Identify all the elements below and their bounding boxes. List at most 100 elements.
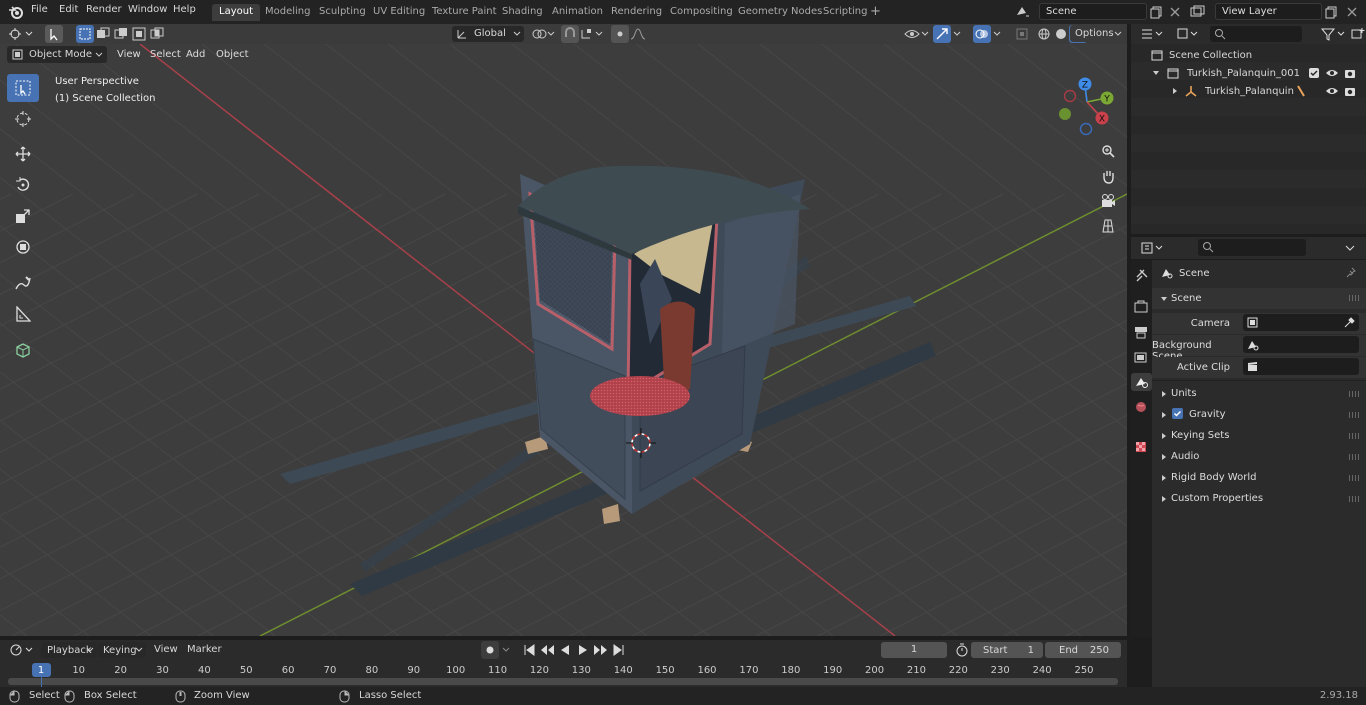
panel-audio[interactable]: Audio — [1152, 446, 1366, 467]
jump-keyframe-forward-icon[interactable] — [592, 641, 610, 659]
new-collection-icon[interactable] — [1349, 25, 1366, 43]
object-mode-dropdown[interactable]: Object Mode — [7, 46, 107, 63]
gizmo-toggle-icon[interactable] — [933, 25, 951, 43]
outliner-search-input[interactable] — [1210, 26, 1302, 42]
viewport-menu-select[interactable]: Select — [150, 49, 181, 60]
camera-field[interactable] — [1243, 314, 1359, 331]
snap-toggle-icon[interactable] — [561, 25, 579, 43]
overlay-toggle-icon[interactable] — [973, 25, 991, 43]
background-scene-field[interactable] — [1243, 336, 1359, 353]
scene-browse-icon[interactable] — [1013, 3, 1031, 21]
drag-handle-icon[interactable] — [1349, 391, 1359, 397]
editor-type-icon[interactable] — [7, 25, 35, 43]
tool-annotate[interactable] — [7, 269, 39, 297]
pin-icon[interactable] — [1344, 266, 1357, 279]
drag-handle-icon[interactable] — [1349, 475, 1359, 481]
keying-dropdown[interactable]: Keying — [98, 642, 146, 658]
select-extend-icon[interactable] — [94, 25, 112, 43]
expand-right-icon[interactable] — [1171, 87, 1179, 95]
tool-scale[interactable] — [7, 202, 39, 230]
play-icon[interactable] — [574, 641, 592, 659]
eye-icon[interactable] — [1325, 85, 1339, 97]
jump-end-icon[interactable] — [610, 641, 628, 659]
tab-view-layer-icon[interactable] — [1132, 348, 1150, 366]
filter-icon[interactable] — [1319, 25, 1349, 43]
tool-select-box[interactable] — [7, 74, 39, 102]
view-layer-remove-icon[interactable] — [1343, 3, 1361, 21]
falloff-icon[interactable] — [629, 25, 655, 43]
area-separator[interactable] — [1127, 44, 1131, 636]
orientation-dropdown[interactable]: Global — [452, 26, 524, 42]
tool-cursor[interactable] — [7, 105, 39, 133]
tab-rendering[interactable]: Rendering — [604, 4, 669, 21]
tab-layout[interactable]: Layout — [212, 4, 260, 21]
add-workspace-icon[interactable]: + — [870, 4, 881, 19]
menu-file[interactable]: File — [31, 4, 48, 15]
select-subtract-icon[interactable] — [112, 25, 130, 43]
record-options-icon[interactable] — [500, 641, 514, 659]
current-frame-field[interactable]: 1 — [881, 642, 947, 658]
tab-world-icon[interactable] — [1132, 398, 1150, 416]
scene-name-field[interactable]: Scene — [1039, 3, 1147, 20]
timeline-scrollbar[interactable] — [8, 678, 1118, 685]
jump-start-icon[interactable] — [520, 641, 538, 659]
tab-tool-icon[interactable] — [1132, 267, 1150, 285]
drag-handle-icon[interactable] — [1349, 295, 1359, 301]
end-frame-field[interactable]: End 250 — [1045, 642, 1121, 658]
record-keyframe-icon[interactable] — [481, 641, 499, 659]
tab-compositing[interactable]: Compositing — [663, 4, 740, 21]
panel-keying-sets[interactable]: Keying Sets — [1152, 425, 1366, 446]
tab-render-icon[interactable] — [1132, 298, 1150, 316]
outliner-item-palanquin-001[interactable]: Turkish_Palanquin_001 — [1131, 64, 1366, 82]
menu-render[interactable]: Render — [86, 4, 122, 15]
menu-window[interactable]: Window — [128, 4, 167, 15]
eye-icon[interactable] — [1325, 67, 1339, 79]
blender-logo-icon[interactable] — [8, 4, 24, 20]
tab-scene-icon[interactable] — [1131, 373, 1152, 391]
timeline-editor-type-icon[interactable] — [7, 641, 35, 659]
select-tool-mode-icon[interactable] — [45, 25, 63, 43]
shading-solid-icon[interactable] — [1052, 25, 1070, 43]
outliner-editor-type-icon[interactable] — [1139, 25, 1165, 43]
navigation-gizmo[interactable]: Z Y X — [1052, 74, 1122, 138]
panel-rigid-body-world[interactable]: Rigid Body World — [1152, 467, 1366, 488]
proportional-edit-icon[interactable] — [611, 25, 629, 43]
tab-output-icon[interactable] — [1132, 323, 1150, 341]
tool-add-cube[interactable] — [7, 336, 39, 364]
jump-keyframe-back-icon[interactable] — [538, 641, 556, 659]
menu-help[interactable]: Help — [173, 4, 196, 15]
outliner-item-palanquin[interactable]: Turkish_Palanquin — [1131, 82, 1366, 100]
camera-render-icon[interactable] — [1343, 66, 1357, 80]
active-clip-field[interactable] — [1243, 358, 1359, 375]
drag-handle-icon[interactable] — [1349, 412, 1359, 418]
viewport-menu-view[interactable]: View — [117, 49, 141, 60]
perspective-grid-icon[interactable] — [1099, 217, 1117, 235]
drag-handle-icon[interactable] — [1349, 496, 1359, 502]
pan-view-hand-icon[interactable] — [1099, 167, 1117, 185]
start-frame-field[interactable]: Start 1 — [971, 642, 1043, 658]
overlay-dropdown-icon[interactable] — [991, 25, 1005, 43]
tool-rotate[interactable] — [7, 171, 39, 199]
panel-custom-properties[interactable]: Custom Properties — [1152, 488, 1366, 509]
tab-sculpting[interactable]: Sculpting — [312, 4, 373, 21]
select-invert-icon[interactable] — [130, 25, 148, 43]
pivot-point-icon[interactable] — [530, 25, 556, 43]
panel-units[interactable]: Units — [1152, 383, 1366, 404]
gizmo-dropdown-icon[interactable] — [951, 25, 965, 43]
3d-viewport[interactable]: User Perspective (1) Scene Collection Z … — [0, 44, 1127, 636]
properties-search-input[interactable] — [1198, 239, 1306, 256]
panel-gravity[interactable]: Gravity — [1152, 404, 1366, 425]
viewport-menu-object[interactable]: Object — [216, 49, 249, 60]
menu-edit[interactable]: Edit — [59, 4, 78, 15]
tool-measure[interactable] — [7, 300, 39, 328]
tab-shading[interactable]: Shading — [495, 4, 550, 21]
viewport-menu-add[interactable]: Add — [186, 49, 205, 60]
view-layer-field[interactable]: View Layer — [1215, 3, 1322, 20]
timeline-menu-marker[interactable]: Marker — [187, 644, 222, 655]
stopwatch-icon[interactable] — [953, 641, 971, 659]
scene-copy-icon[interactable] — [1148, 3, 1166, 21]
display-mode-icon[interactable] — [1175, 25, 1201, 43]
select-new-icon[interactable] — [76, 25, 94, 43]
tab-scripting[interactable]: Scripting — [816, 4, 874, 21]
tab-texture-paint[interactable]: Texture Paint — [425, 4, 504, 21]
